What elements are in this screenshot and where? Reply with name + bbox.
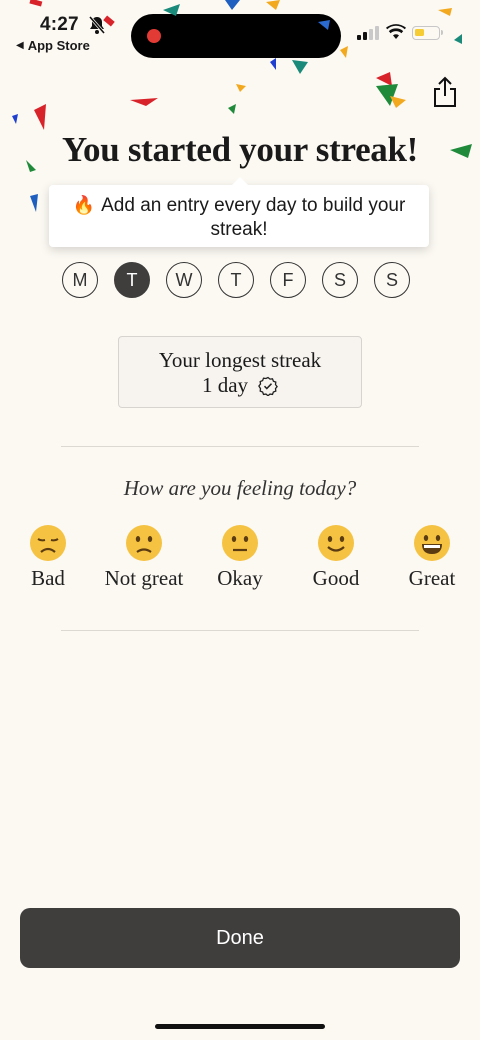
divider-bottom <box>61 630 419 631</box>
sad-face-icon <box>30 525 66 561</box>
smile-face-icon <box>318 525 354 561</box>
mood-label-great: Great <box>408 566 456 590</box>
status-time: 4:27 <box>40 14 79 35</box>
back-app-label: App Store <box>27 38 90 53</box>
tooltip-text: Add an entry every day to build your str… <box>101 195 406 240</box>
fire-icon: 🔥 <box>72 195 96 215</box>
mood-label-okay: Okay <box>217 566 263 590</box>
week-day-row: M T W T F S S <box>62 262 410 298</box>
share-icon[interactable] <box>430 76 460 108</box>
streak-heading: Your longest streak <box>158 348 322 372</box>
mood-label-not-great: Not great <box>104 566 184 590</box>
neutral-face-icon <box>222 525 258 561</box>
day-thursday: T <box>218 262 254 298</box>
longest-streak-card: Your longest streak 1 day <box>118 336 362 408</box>
done-button[interactable]: Done <box>20 908 460 968</box>
battery-icon <box>412 26 443 40</box>
grin-face-icon <box>414 525 450 561</box>
mood-option-good[interactable]: Good <box>288 524 384 591</box>
back-to-app-store[interactable]: ◀ App Store <box>16 38 90 53</box>
streak-tooltip: 🔥 Add an entry every day to build your st… <box>49 177 429 247</box>
mood-option-great[interactable]: Great <box>384 524 480 591</box>
day-sunday: S <box>374 262 410 298</box>
mood-option-okay[interactable]: Okay <box>192 524 288 591</box>
mood-option-bad[interactable]: Bad <box>0 524 96 591</box>
cellular-signal-icon <box>357 26 379 40</box>
mood-option-not-great[interactable]: Not great <box>96 524 192 591</box>
day-tuesday: T <box>114 262 150 298</box>
dynamic-island <box>131 14 341 58</box>
day-monday: M <box>62 262 98 298</box>
day-saturday: S <box>322 262 358 298</box>
page-title: You started your streak! <box>61 130 419 169</box>
bell-muted-icon <box>88 16 106 34</box>
recording-indicator <box>147 29 161 43</box>
streak-value: 1 day <box>201 373 249 397</box>
mood-label-good: Good <box>312 566 360 590</box>
frown-face-icon <box>126 525 162 561</box>
mood-question: How are you feeling today? <box>123 476 357 500</box>
mood-label-bad: Bad <box>31 566 65 590</box>
verified-badge-icon <box>258 376 278 396</box>
divider-top <box>61 446 419 447</box>
day-wednesday: W <box>166 262 202 298</box>
day-friday: F <box>270 262 306 298</box>
wifi-icon <box>386 24 406 39</box>
home-indicator[interactable] <box>155 1024 325 1029</box>
back-triangle-icon: ◀ <box>16 40 24 51</box>
